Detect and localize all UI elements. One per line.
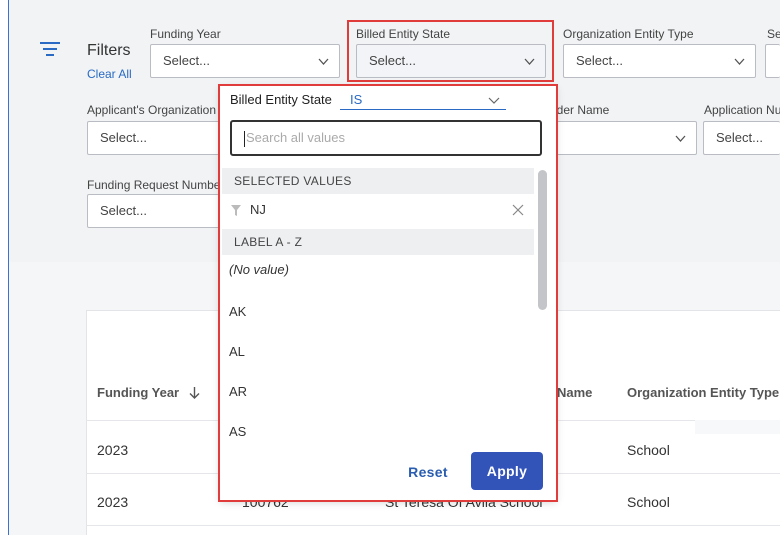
billed-entity-state-value: Select...: [369, 53, 416, 68]
dropdown-highlight: [218, 84, 558, 502]
table-cell-year: 2023: [97, 442, 129, 458]
chevron-down-icon: [675, 135, 686, 142]
application-number-select[interactable]: Select...: [703, 121, 780, 155]
filters-title: Filters: [87, 42, 131, 59]
application-number-label: Application Nu: [704, 103, 780, 117]
funding-request-number-value: Select...: [100, 203, 147, 218]
table-cell-type: School: [627, 494, 670, 510]
column-header-organization-entity-type[interactable]: Organization Entity Type: [627, 385, 779, 400]
billed-entity-state-select[interactable]: Select...: [356, 44, 546, 78]
clear-all-link[interactable]: Clear All: [87, 67, 132, 81]
funding-year-label: Funding Year: [150, 27, 221, 41]
fourth-filter-label: Se: [767, 27, 780, 41]
provider-name-select[interactable]: [545, 121, 697, 155]
chevron-down-icon: [734, 58, 745, 65]
chevron-down-icon: [318, 58, 329, 65]
table-divider: [86, 525, 780, 526]
funding-request-number-select[interactable]: Select...: [87, 194, 227, 228]
header-shade: [695, 420, 780, 434]
organization-entity-type-value: Select...: [576, 53, 623, 68]
applicants-organization-value: Select...: [100, 130, 147, 145]
fourth-filter-select[interactable]: [765, 44, 780, 78]
funding-year-select[interactable]: Select...: [150, 44, 340, 78]
applicants-organization-label: Applicant's Organization: [87, 103, 217, 117]
funding-request-number-label: Funding Request Numbe: [87, 178, 221, 192]
sort-down-arrow-icon: [189, 387, 200, 399]
chevron-down-icon: [524, 58, 535, 65]
column-header-funding-year[interactable]: Funding Year: [97, 385, 200, 400]
organization-entity-type-label: Organization Entity Type: [563, 27, 694, 41]
applicants-organization-select[interactable]: Select...: [87, 121, 227, 155]
column-header-funding-year-label: Funding Year: [97, 385, 180, 400]
funding-year-value: Select...: [163, 53, 210, 68]
billed-entity-state-label: Billed Entity State: [356, 27, 451, 41]
application-number-value: Select...: [716, 130, 763, 145]
organization-entity-type-select[interactable]: Select...: [563, 44, 756, 78]
column-header-name[interactable]: Name: [557, 385, 592, 400]
table-cell-type: School: [627, 442, 670, 458]
filter-lines-icon[interactable]: [40, 40, 60, 58]
table-cell-year: 2023: [97, 494, 129, 510]
